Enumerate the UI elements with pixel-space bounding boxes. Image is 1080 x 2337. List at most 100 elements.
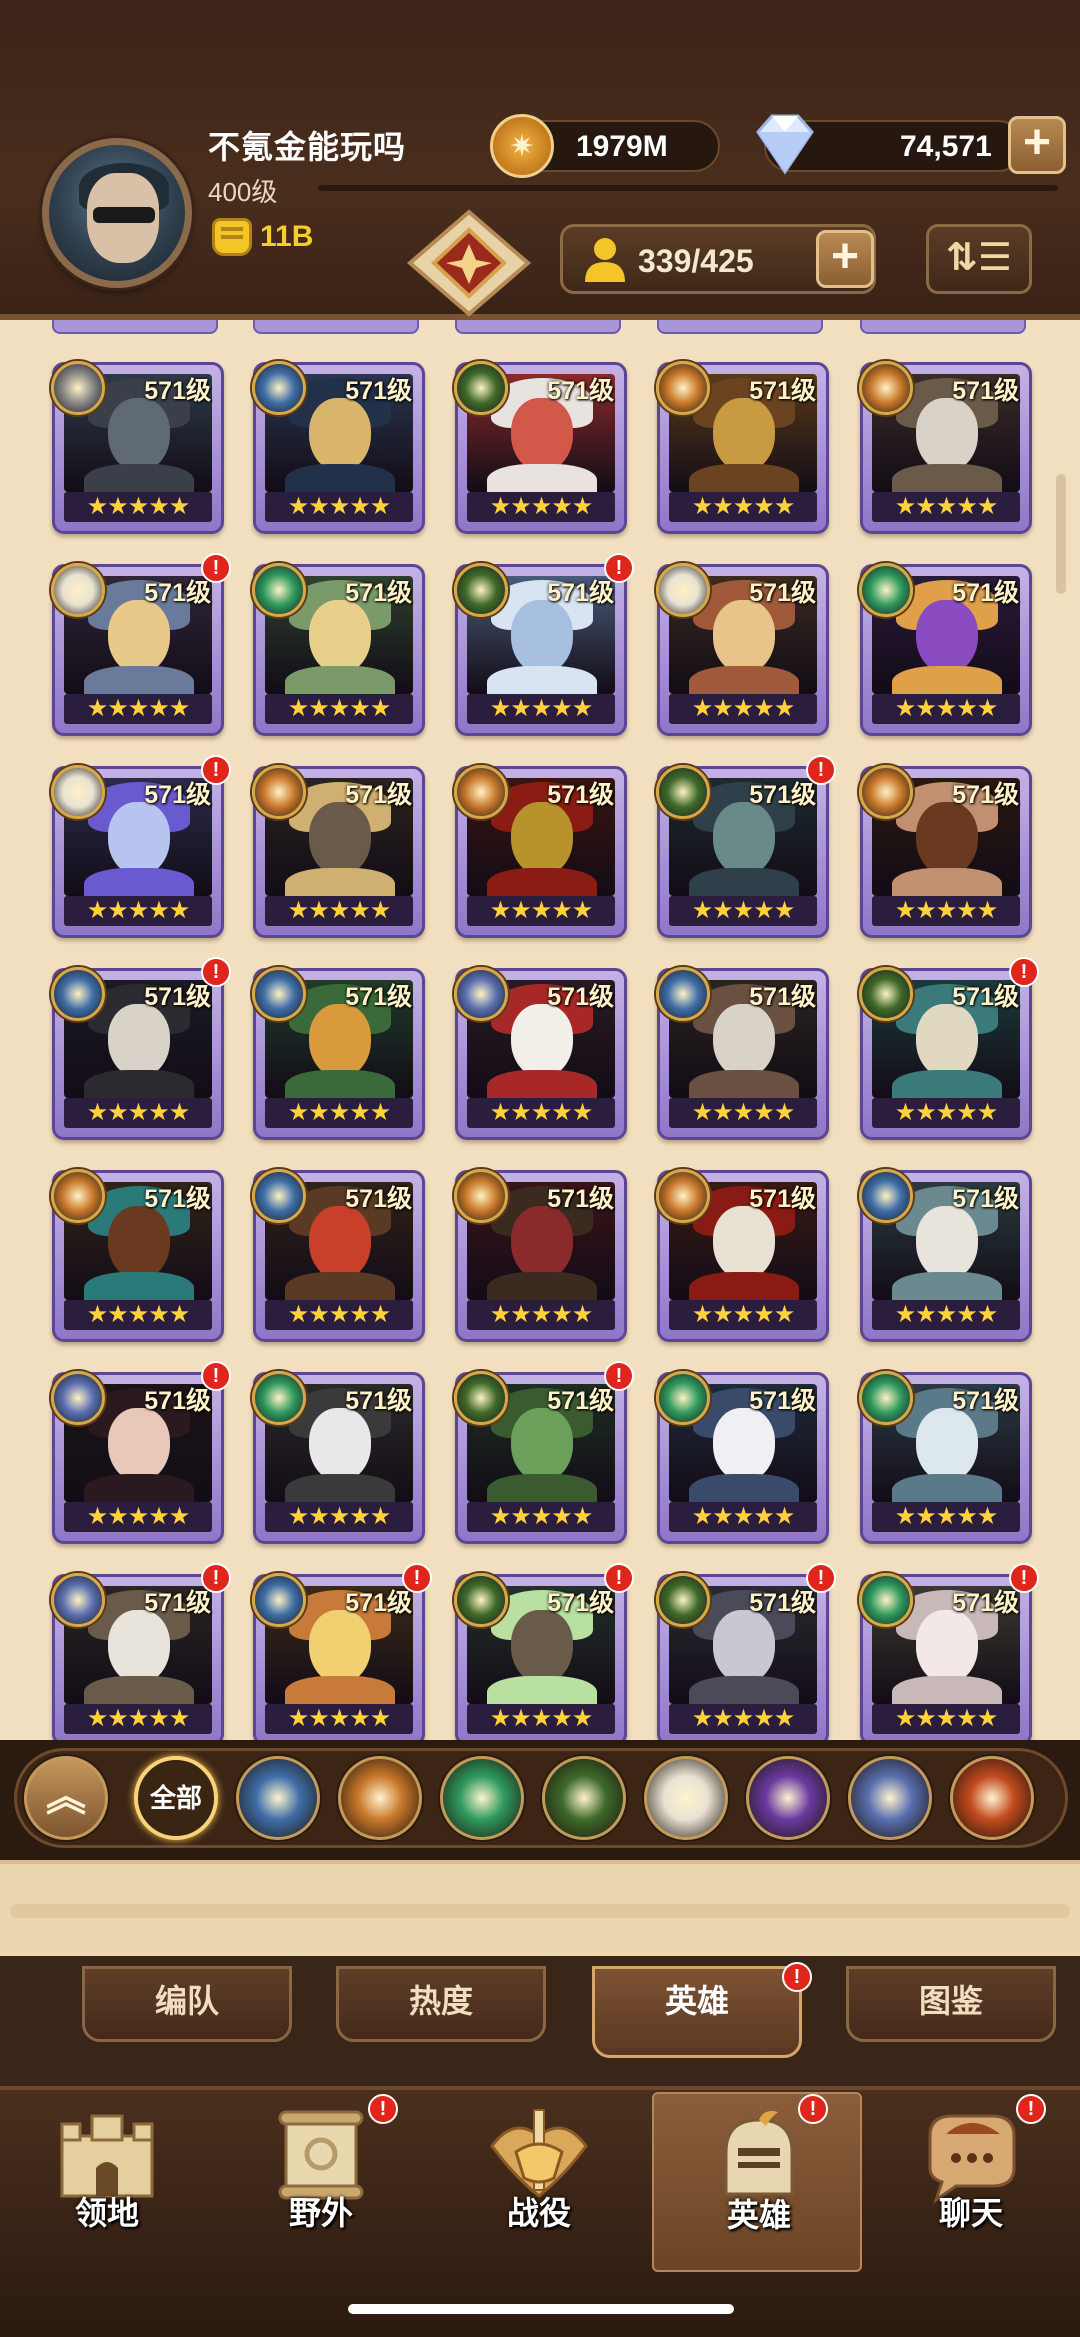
hero-card[interactable]: 571级 ★★★★★ bbox=[859, 1371, 1032, 1544]
tab-popularity[interactable]: 热度 bbox=[336, 1966, 546, 2042]
hero-stars: ★★★★★ bbox=[64, 1300, 212, 1330]
hero-stars: ★★★★★ bbox=[669, 492, 817, 522]
hero-face bbox=[511, 1610, 573, 1684]
fist-icon bbox=[212, 218, 252, 256]
hero-card[interactable]: 571级 ★★★★★ bbox=[859, 1169, 1032, 1342]
hero-body bbox=[84, 1070, 194, 1098]
add-hero-slots-button[interactable]: + bbox=[816, 230, 874, 288]
nav-wilderness[interactable]: 野外 bbox=[216, 2092, 426, 2272]
filter-hypogean-button[interactable] bbox=[746, 1756, 830, 1840]
filter-graveborn-button[interactable] bbox=[542, 1756, 626, 1840]
hero-stars: ★★★★★ bbox=[872, 492, 1020, 522]
hero-card[interactable]: 571级 ★★★★★ bbox=[454, 361, 627, 534]
nav-campaign[interactable]: 战役 bbox=[434, 2092, 644, 2272]
hero-body bbox=[689, 1070, 799, 1098]
nav-wilderness-label: 野外 bbox=[288, 2195, 353, 2231]
tab-formation[interactable]: 编队 bbox=[82, 1966, 292, 2042]
nav-chat[interactable]: 聊天 bbox=[866, 2092, 1076, 2272]
hero-card[interactable]: 571级 ★★★★★! bbox=[454, 553, 634, 736]
hero-card[interactable]: 571级 ★★★★★ bbox=[859, 563, 1032, 736]
hero-face bbox=[108, 1408, 170, 1482]
hero-card[interactable]: 571级 ★★★★★ bbox=[656, 563, 829, 736]
hero-alert-badge: ! bbox=[806, 1563, 836, 1593]
hero-card[interactable]: 571级 ★★★★★ bbox=[252, 1169, 425, 1342]
hero-card[interactable]: 571级 ★★★★★ bbox=[859, 361, 1032, 534]
hero-card[interactable]: 571级 ★★★★★ bbox=[859, 765, 1032, 938]
hero-alert-badge: ! bbox=[604, 1563, 634, 1593]
mauler-faction-icon bbox=[656, 1169, 710, 1223]
hero-card[interactable]: 571级 ★★★★★ bbox=[51, 361, 224, 534]
hero-card[interactable]: 571级 ★★★★★ bbox=[252, 1371, 425, 1544]
hero-alert-badge: ! bbox=[806, 755, 836, 785]
nav-heroes[interactable]: 英雄 bbox=[652, 2092, 862, 2272]
hero-card[interactable]: 571级 ★★★★★! bbox=[51, 553, 231, 736]
hero-body bbox=[84, 868, 194, 896]
mauler-faction-icon bbox=[859, 765, 913, 819]
guild-emblem-icon[interactable] bbox=[404, 208, 534, 318]
hero-card[interactable]: 571级 ★★★★★! bbox=[51, 755, 231, 938]
hero-card[interactable]: 571级 ★★★★★ bbox=[252, 967, 425, 1140]
hero-card[interactable]: 571级 ★★★★★! bbox=[454, 1361, 634, 1544]
filter-mauler-button[interactable] bbox=[338, 1756, 422, 1840]
grid-scrollbar[interactable] bbox=[1056, 474, 1066, 594]
hero-level: 571级 bbox=[749, 377, 816, 405]
hero-card[interactable]: 571级 ★★★★★ bbox=[656, 967, 829, 1140]
hero-card[interactable]: 571级 ★★★★★! bbox=[454, 1563, 634, 1740]
hero-card[interactable]: 571级 ★★★★★! bbox=[51, 1563, 231, 1740]
hero-level: 571级 bbox=[345, 1185, 412, 1213]
hero-level: 571级 bbox=[144, 983, 211, 1011]
hero-stars: ★★★★★ bbox=[669, 1300, 817, 1330]
hero-card[interactable]: 571级 ★★★★★! bbox=[656, 755, 836, 938]
hero-card[interactable]: 571级 ★★★★★ bbox=[454, 1169, 627, 1342]
hero-card[interactable]: 571级 ★★★★★ bbox=[656, 1169, 829, 1342]
player-avatar[interactable] bbox=[42, 138, 192, 288]
diamond-value: 74,571 bbox=[900, 130, 992, 163]
filter-celestial-button[interactable] bbox=[644, 1756, 728, 1840]
filter-dimensional-button[interactable] bbox=[848, 1756, 932, 1840]
filter-lightbearer-button[interactable] bbox=[236, 1756, 320, 1840]
hero-body bbox=[285, 1070, 395, 1098]
hero-card[interactable]: 571级 ★★★★★! bbox=[859, 1563, 1039, 1740]
hero-stars: ★★★★★ bbox=[467, 1502, 615, 1532]
hero-card[interactable]: 571级 ★★★★★ bbox=[252, 563, 425, 736]
hero-card[interactable]: 571级 ★★★★★ bbox=[656, 361, 829, 534]
filter-wilder-button[interactable] bbox=[440, 1756, 524, 1840]
hero-body bbox=[689, 868, 799, 896]
wilder-faction-icon bbox=[859, 1573, 913, 1627]
hero-card[interactable]: 571级 ★★★★★! bbox=[859, 957, 1039, 1140]
hero-card[interactable]: 571级 ★★★★★ bbox=[454, 765, 627, 938]
hero-level: 571级 bbox=[749, 1387, 816, 1415]
filter-dragon-button[interactable] bbox=[950, 1756, 1034, 1840]
hero-card[interactable]: 571级 ★★★★★ bbox=[51, 1169, 224, 1342]
collapse-filter-button[interactable]: ︽ bbox=[24, 1756, 108, 1840]
hero-stars: ★★★★★ bbox=[669, 694, 817, 724]
wilder-faction-icon bbox=[656, 1371, 710, 1425]
sort-button[interactable]: ⇅☰ bbox=[926, 224, 1032, 294]
hero-card[interactable]: 571级 ★★★★★ bbox=[656, 1371, 829, 1544]
hero-body bbox=[892, 464, 1002, 492]
forest-faction-icon bbox=[51, 361, 105, 415]
hero-level: 571级 bbox=[547, 983, 614, 1011]
nav-territory[interactable]: 领地 bbox=[2, 2092, 212, 2272]
hero-card[interactable]: 571级 ★★★★★ bbox=[454, 967, 627, 1140]
hero-card[interactable]: 571级 ★★★★★! bbox=[252, 1563, 432, 1740]
hero-face bbox=[713, 1408, 775, 1482]
add-diamonds-button[interactable]: + bbox=[1008, 116, 1066, 174]
filter-all-button[interactable]: 全部 bbox=[134, 1756, 218, 1840]
tab-codex[interactable]: 图鉴 bbox=[846, 1966, 1056, 2042]
partial-card bbox=[860, 320, 1026, 334]
lightbearer-faction-icon bbox=[859, 1169, 913, 1223]
hero-card[interactable]: 571级 ★★★★★ bbox=[252, 361, 425, 534]
hero-card[interactable]: 571级 ★★★★★ bbox=[252, 765, 425, 938]
hero-card[interactable]: 571级 ★★★★★! bbox=[656, 1563, 836, 1740]
hero-card[interactable]: 571级 ★★★★★! bbox=[51, 1361, 231, 1544]
hero-face bbox=[511, 600, 573, 674]
hero-level: 571级 bbox=[952, 579, 1019, 607]
hero-alert-badge: ! bbox=[604, 1361, 634, 1391]
partial-card bbox=[52, 320, 218, 334]
hero-grid[interactable]: 571级 ★★★★★ 571级 ★★★★★ 571级 ★★★★★ 571级 ★★★★★ 571级… bbox=[0, 320, 1080, 1740]
tab-heroes[interactable]: 英雄 bbox=[592, 1966, 802, 2058]
hero-body bbox=[892, 1272, 1002, 1300]
hero-stars: ★★★★★ bbox=[669, 896, 817, 926]
hero-card[interactable]: 571级 ★★★★★! bbox=[51, 957, 231, 1140]
